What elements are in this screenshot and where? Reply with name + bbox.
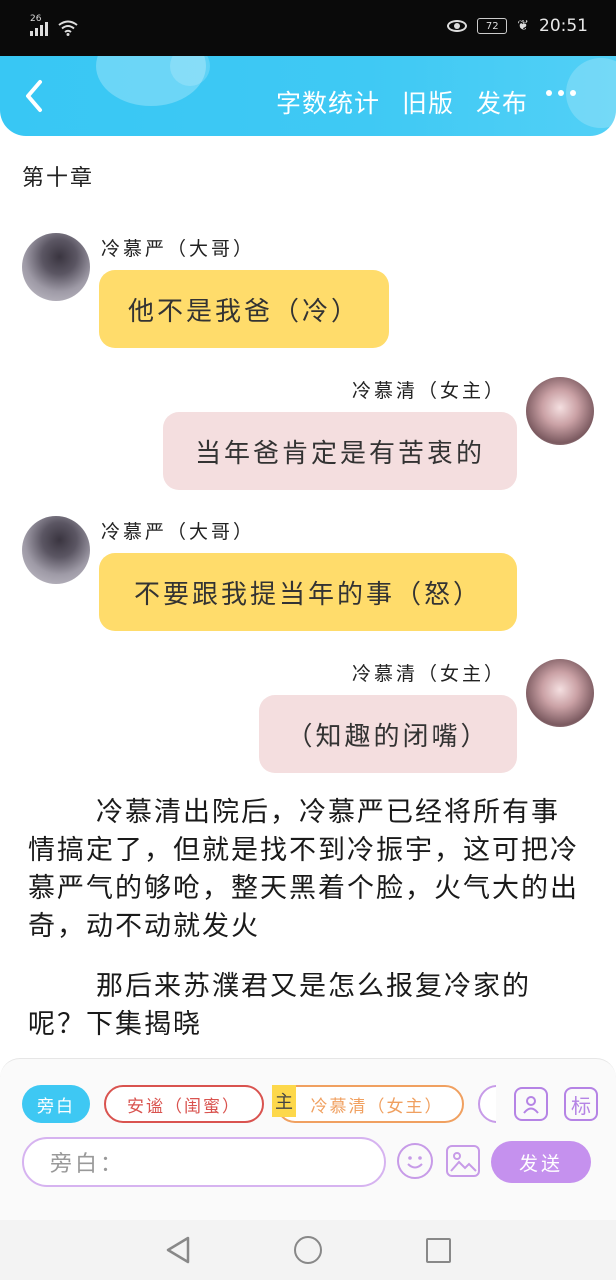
role-manage-button[interactable] <box>514 1087 548 1121</box>
narration-paragraph[interactable]: 那后来苏濮君又是怎么报复冷家的呢？下集揭晓 <box>28 968 588 1044</box>
wifi-icon <box>58 20 78 36</box>
image-icon <box>450 1152 477 1172</box>
speaker-name: 冷慕严（大哥） <box>101 521 256 543</box>
person-icon <box>523 1096 539 1114</box>
nav-back-icon[interactable] <box>164 1236 192 1264</box>
network-type: 26 <box>30 14 42 24</box>
word-count-button[interactable]: 字数统计 <box>276 84 380 120</box>
avatar[interactable] <box>526 377 594 445</box>
chat-bubble[interactable]: （知趣的闭嘴） <box>259 695 517 773</box>
publish-button[interactable]: 发布 <box>476 84 528 120</box>
editor-panel: 旁白 安谧（闺蜜） 冷慕清（女主） 主 标 旁白： 发送 <box>0 1058 616 1220</box>
system-nav-bar <box>0 1220 616 1280</box>
chat-bubble[interactable]: 不要跟我提当年的事（怒） <box>99 553 517 631</box>
eye-comfort-icon <box>447 20 468 32</box>
main-role-tag: 主 <box>272 1085 296 1117</box>
avatar[interactable] <box>22 233 90 301</box>
role-selector: 旁白 安谧（闺蜜） 冷慕清（女主） 主 <box>22 1085 496 1125</box>
narration-paragraph[interactable]: 冷慕清出院后，冷慕严已经将所有事情搞定了，但就是找不到冷振宇，这可把冷慕严气的够… <box>28 794 588 946</box>
emoji-button[interactable] <box>397 1143 433 1179</box>
speaker-name: 冷慕严（大哥） <box>101 238 256 260</box>
smile-icon <box>407 1156 423 1169</box>
more-options-button[interactable] <box>546 90 576 96</box>
status-bar: 26 72 ❦ 20:51 <box>0 0 616 56</box>
clock: 20:51 <box>539 16 588 36</box>
battery-level: 72 <box>485 20 499 32</box>
nav-recents-icon[interactable] <box>426 1238 451 1263</box>
role-chip-narrator[interactable]: 旁白 <box>22 1085 90 1123</box>
app-header: 字数统计 旧版 发布 <box>0 56 616 136</box>
battery-icon: 72 <box>477 18 508 34</box>
avatar[interactable] <box>526 659 594 727</box>
speaker-name: 冷慕清（女主） <box>351 380 506 402</box>
power-saving-icon: ❦ <box>517 18 529 34</box>
chat-bubble[interactable]: 他不是我爸（冷） <box>99 270 389 348</box>
image-button[interactable] <box>446 1145 480 1177</box>
chat-bubble[interactable]: 当年爸肯定是有苦衷的 <box>163 412 517 490</box>
avatar[interactable] <box>22 516 90 584</box>
tag-button[interactable]: 标 <box>564 1087 598 1121</box>
signal-icon: 26 <box>30 14 48 36</box>
role-chip-heroine[interactable]: 冷慕清（女主） <box>276 1085 464 1123</box>
role-chip-more[interactable] <box>478 1085 496 1123</box>
message-input[interactable]: 旁白： <box>22 1137 386 1187</box>
nav-home-icon[interactable] <box>294 1236 322 1264</box>
old-version-button[interactable]: 旧版 <box>402 84 454 120</box>
send-button[interactable]: 发送 <box>491 1141 591 1183</box>
role-chip-bestie[interactable]: 安谧（闺蜜） <box>104 1085 264 1123</box>
speaker-name: 冷慕清（女主） <box>351 663 506 685</box>
back-button[interactable] <box>20 78 50 114</box>
chapter-title: 第十章 <box>22 166 95 191</box>
